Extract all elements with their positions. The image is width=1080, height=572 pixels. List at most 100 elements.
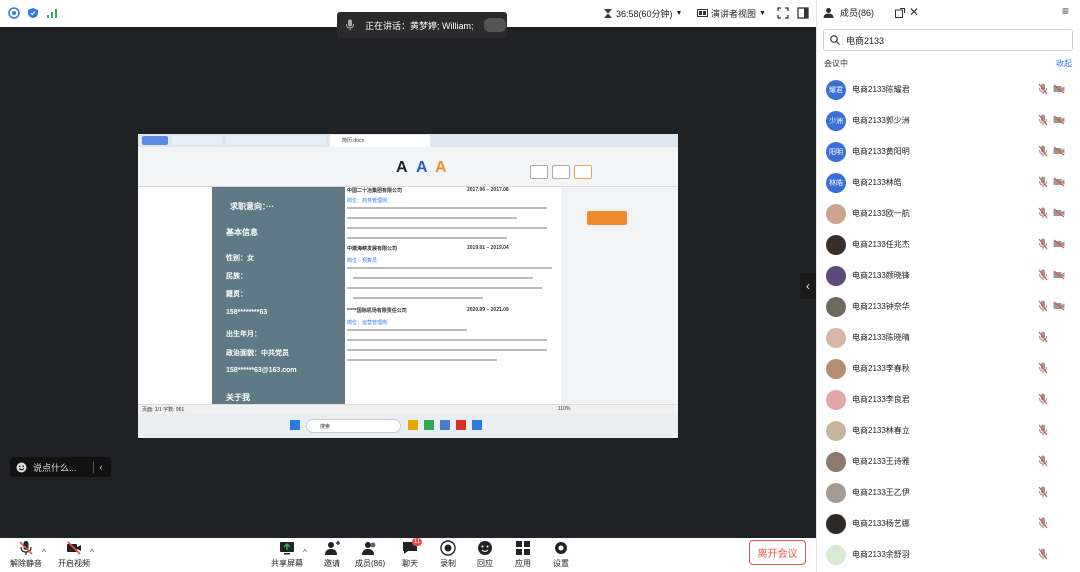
member-row[interactable]: 电商2133李春秋 <box>817 353 1080 384</box>
mic-muted-icon[interactable] <box>1038 362 1048 374</box>
layout-icon[interactable] <box>797 7 809 19</box>
mic-muted-icon[interactable] <box>1038 83 1048 95</box>
share-screen-icon <box>280 542 294 555</box>
member-name: 电商2133林皓 <box>852 178 902 187</box>
avatar <box>826 482 846 503</box>
member-row[interactable]: 电商2133王诗雅 <box>817 446 1080 477</box>
reaction-icon <box>478 541 492 555</box>
chevron-left-icon[interactable]: ‹ <box>100 462 103 472</box>
member-row[interactable]: 电商2133钟奈华 <box>817 291 1080 322</box>
emoji-icon[interactable] <box>16 462 27 473</box>
member-name: 电商2133任兆杰 <box>852 240 910 249</box>
shared-document-view[interactable]: 简历.docx A A A 求职意向：··· 基本信息 性别：女 民族： 籍贯：… <box>138 134 678 438</box>
avatar <box>826 513 846 534</box>
camera-off-icon[interactable] <box>1053 177 1065 187</box>
member-name: 电商2133李良君 <box>852 395 910 404</box>
members-button[interactable]: 成员(86) <box>355 540 385 569</box>
camera-off-icon <box>67 541 81 555</box>
chevron-up-icon[interactable]: ^ <box>303 548 307 557</box>
collapse-panel-button[interactable]: ‹ <box>800 273 816 299</box>
member-name: 电商2133陈晓晴 <box>852 333 910 342</box>
network-status-icon[interactable] <box>8 7 20 19</box>
member-row[interactable]: 林皓 电商2133林皓 <box>817 167 1080 198</box>
chevron-down-icon: ▼ <box>675 10 683 17</box>
member-name: 电商2133黄阳明 <box>852 147 910 156</box>
member-row[interactable]: 耀君 电商2133陈耀君 <box>817 74 1080 105</box>
close-icon[interactable]: ✕ <box>909 5 919 19</box>
member-row[interactable]: 阳明 电商2133黄阳明 <box>817 136 1080 167</box>
view-mode-dropdown[interactable]: 演讲者视图 ▼ <box>697 7 766 20</box>
camera-off-icon[interactable] <box>1053 301 1065 311</box>
reaction-button[interactable]: 回应 <box>477 540 493 569</box>
bottom-toolbar: 解除静音 ^ 开启视频 ^ 共享屏幕 ^ 邀请 成员(86) 聊天 11 录制 … <box>0 538 816 572</box>
security-shield-icon[interactable] <box>27 7 39 19</box>
chat-input-bar[interactable]: 说点什么... ‹ <box>10 457 111 477</box>
mic-muted-icon[interactable] <box>1038 455 1048 467</box>
member-name: 电商2133林春立 <box>852 426 910 435</box>
mic-muted-icon[interactable] <box>1038 548 1048 560</box>
start-video-button[interactable]: 开启视频 <box>58 540 90 569</box>
resume-page: 中国二十冶集团有限公司 2017.06 – 2017.08 岗位：商务管理岗 中… <box>345 187 561 404</box>
mic-muted-icon[interactable] <box>1038 207 1048 219</box>
mic-muted-icon[interactable] <box>1038 331 1048 343</box>
member-row[interactable]: 电商2133林春立 <box>817 415 1080 446</box>
search-value: 电商2133 <box>846 35 885 46</box>
settings-button[interactable]: 设置 <box>553 540 569 569</box>
camera-off-icon[interactable] <box>1053 208 1065 218</box>
chevron-up-icon[interactable]: ^ <box>42 548 46 557</box>
view-mode-label: 演讲者视图 <box>711 9 757 19</box>
invite-button[interactable]: 邀请 <box>324 540 340 569</box>
collapse-link[interactable]: 收起 <box>1056 58 1072 69</box>
camera-off-icon[interactable] <box>1053 84 1065 94</box>
member-search-input[interactable]: 电商2133 <box>823 29 1073 51</box>
apps-button[interactable]: 应用 <box>515 540 531 569</box>
mic-muted-icon[interactable] <box>1038 238 1048 250</box>
fullscreen-icon[interactable] <box>777 7 789 19</box>
unmute-button[interactable]: 解除静音 <box>10 540 42 569</box>
signal-strength-icon[interactable] <box>46 7 58 19</box>
camera-off-icon[interactable] <box>1053 146 1065 156</box>
mic-muted-icon[interactable] <box>1038 300 1048 312</box>
chevron-up-icon[interactable]: ^ <box>90 548 94 557</box>
camera-off-icon[interactable] <box>1053 270 1065 280</box>
member-row[interactable]: 电商2133任兆杰 <box>817 229 1080 260</box>
camera-off-icon[interactable] <box>1053 115 1065 125</box>
mic-muted-icon[interactable] <box>1038 114 1048 126</box>
camera-off-icon[interactable] <box>1053 239 1065 249</box>
mic-muted-icon[interactable] <box>1038 517 1048 529</box>
menu-icon[interactable]: ≡ <box>1062 4 1069 18</box>
member-row[interactable]: 电商2133颜晓锋 <box>817 260 1080 291</box>
mic-muted-icon[interactable] <box>1038 145 1048 157</box>
member-row[interactable]: 电商2133余舒羽 <box>817 539 1080 570</box>
member-row[interactable]: 电商2133王乙伊 <box>817 477 1080 508</box>
record-button[interactable]: 录制 <box>440 540 456 569</box>
mic-muted-icon[interactable] <box>1038 269 1048 281</box>
gear-icon <box>555 542 567 554</box>
avatar <box>826 451 846 472</box>
member-row[interactable]: 电商2133欧一航 <box>817 198 1080 229</box>
mic-muted-icon[interactable] <box>1038 486 1048 498</box>
speaking-mic-icon <box>346 19 354 31</box>
doc-tab-bar: 简历.docx <box>138 134 678 147</box>
share-screen-button[interactable]: 共享屏幕 <box>271 540 303 569</box>
member-name: 电商2133欧一航 <box>852 209 910 218</box>
member-row[interactable]: 电商2133陈晓晴 <box>817 322 1080 353</box>
member-row[interactable]: 电商2133李良君 <box>817 384 1080 415</box>
avatar <box>826 234 846 255</box>
chat-placeholder[interactable]: 说点什么... <box>33 461 77 474</box>
avatar: 少洲 <box>826 110 846 131</box>
leave-meeting-button[interactable]: 离开会议 <box>749 540 806 565</box>
member-name: 电商2133余舒羽 <box>852 550 910 559</box>
meeting-timer[interactable]: 36:58(60分钟) ▼ <box>603 7 682 20</box>
member-name: 电商2133郭少洲 <box>852 116 910 125</box>
avatar <box>826 265 846 286</box>
popout-icon[interactable] <box>895 8 905 18</box>
member-row[interactable]: 电商2133杨艺娜 <box>817 508 1080 539</box>
mic-muted-icon[interactable] <box>1038 424 1048 436</box>
mic-muted-icon[interactable] <box>1038 393 1048 405</box>
active-speaker-indicator: 正在讲话：黄梦婷; William; <box>337 12 507 38</box>
mic-muted-icon[interactable] <box>1038 176 1048 188</box>
timer-text: 36:58(60分钟) <box>616 9 673 19</box>
member-row[interactable]: 少洲 电商2133郭少洲 <box>817 105 1080 136</box>
member-name: 电商2133王乙伊 <box>852 488 910 497</box>
